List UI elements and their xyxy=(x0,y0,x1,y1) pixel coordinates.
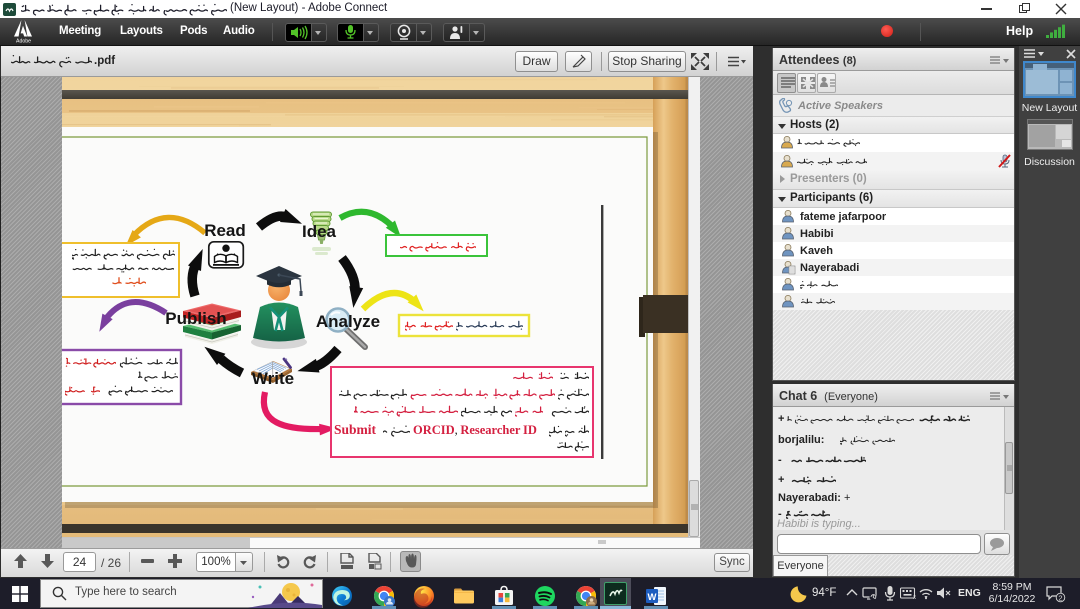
svg-text:Idea: Idea xyxy=(302,222,337,241)
svg-text:Read: Read xyxy=(204,221,246,240)
svg-text:2: 2 xyxy=(1058,593,1062,602)
svg-text:Adobe: Adobe xyxy=(16,39,31,44)
svg-text:Analyze: Analyze xyxy=(316,312,380,331)
svg-text:x: x xyxy=(913,595,916,600)
svg-text:Write: Write xyxy=(252,369,294,388)
svg-text:W: W xyxy=(648,592,657,603)
svg-text:Publish: Publish xyxy=(165,309,226,328)
